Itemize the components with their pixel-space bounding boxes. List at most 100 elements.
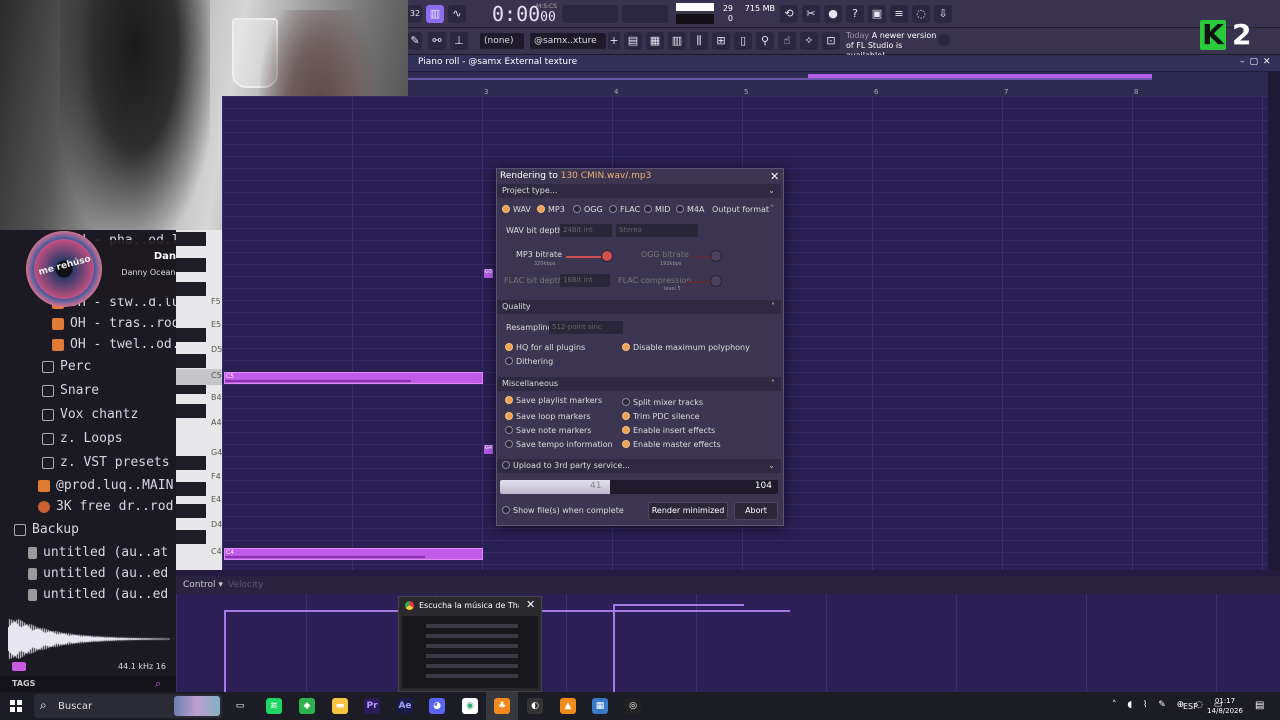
microphone-icon[interactable]: ● bbox=[824, 5, 842, 23]
after-effects-icon[interactable]: Ae bbox=[397, 698, 413, 714]
misc-option[interactable]: Save playlist markers bbox=[505, 396, 602, 406]
black-key[interactable] bbox=[176, 282, 206, 296]
flac-bit-depth-select[interactable]: 16Bit int bbox=[560, 274, 610, 287]
chat-icon[interactable]: ◌ bbox=[912, 5, 930, 23]
pattern-name-select[interactable]: @samx..xture bbox=[530, 33, 606, 49]
file-explorer-icon[interactable]: ▬ bbox=[332, 698, 348, 714]
tempo-display[interactable]: 32 bbox=[408, 5, 422, 23]
black-key[interactable] bbox=[176, 456, 206, 470]
close-icon[interactable]: ✕ bbox=[526, 598, 535, 611]
mp3-bitrate-slider[interactable] bbox=[566, 256, 606, 258]
render-minimized-button[interactable]: Render minimized bbox=[648, 502, 728, 520]
calculator-icon[interactable]: ▦ bbox=[592, 698, 608, 714]
mp3-bitrate-knob[interactable] bbox=[601, 250, 613, 262]
ogg-bitrate-knob[interactable] bbox=[710, 250, 722, 262]
spotify-icon[interactable]: ≋ bbox=[266, 698, 282, 714]
black-key[interactable] bbox=[176, 328, 206, 342]
flac-compression-slider[interactable] bbox=[686, 281, 712, 283]
mixer-view-icon[interactable]: ⫼ bbox=[690, 32, 708, 50]
misc-option[interactable]: Save note markers bbox=[505, 426, 591, 436]
browser-item[interactable]: OH - twel..od.luqui bbox=[0, 334, 176, 355]
note-c5[interactable]: C5 bbox=[224, 372, 483, 384]
browser-item[interactable]: Backup bbox=[0, 519, 176, 540]
quality-section[interactable]: Quality ˄ bbox=[497, 300, 781, 314]
format-option-m4a[interactable]: M4A bbox=[676, 205, 704, 215]
show-files-option[interactable]: Show file(s) when complete bbox=[502, 506, 624, 516]
black-key[interactable] bbox=[176, 404, 206, 418]
pianoroll-icon[interactable]: ▥ bbox=[668, 32, 686, 50]
upload-section[interactable]: Upload to 3rd party service... ⌄ bbox=[497, 459, 781, 473]
pencil-icon[interactable]: ✎ bbox=[408, 32, 422, 50]
misc-option[interactable]: Save tempo information bbox=[505, 440, 613, 450]
vlc-icon[interactable]: ▲ bbox=[560, 698, 576, 714]
browser-item[interactable]: Vox chantz bbox=[0, 404, 176, 425]
taskbar-clock[interactable]: 01:17 14/8/2026 bbox=[1200, 696, 1250, 716]
notification-icon[interactable]: ▤ bbox=[1255, 700, 1264, 711]
touch-icon[interactable]: ☝ bbox=[778, 32, 796, 50]
pattern-select[interactable]: (none) bbox=[480, 33, 524, 49]
sample-play-icon[interactable] bbox=[12, 662, 26, 671]
monitor-slot[interactable] bbox=[622, 5, 668, 23]
event-editor[interactable] bbox=[176, 594, 1280, 692]
download-icon[interactable]: ⇩ bbox=[934, 5, 952, 23]
misc-option[interactable]: Split mixer tracks bbox=[622, 398, 703, 408]
format-option-flac[interactable]: FLAC bbox=[609, 205, 640, 215]
premiere-pro-icon[interactable]: Pr bbox=[364, 698, 380, 714]
format-option-ogg[interactable]: OGG bbox=[573, 205, 603, 215]
browser-item[interactable]: untitled (au..ed at 0h49) bbox=[0, 563, 176, 584]
browser-item[interactable]: Snare bbox=[0, 380, 176, 401]
browser-item[interactable]: z. VST presets bbox=[0, 452, 176, 473]
save-icon[interactable]: ▣ bbox=[868, 5, 886, 23]
sample-waveform[interactable] bbox=[8, 618, 170, 660]
shop-icon[interactable]: ⊡ bbox=[822, 32, 840, 50]
misc-option[interactable]: Trim PDC silence bbox=[622, 412, 700, 422]
step-seq-icon[interactable]: ▦ bbox=[646, 32, 664, 50]
pattern-mode-icon[interactable]: ▥ bbox=[426, 5, 444, 23]
task-view-icon[interactable]: ▭ bbox=[232, 698, 248, 714]
wav-bit-depth-select[interactable]: 24Bit int bbox=[560, 224, 612, 237]
mixer-icon[interactable]: ≡ bbox=[890, 5, 908, 23]
stamp-icon[interactable]: ⊥ bbox=[450, 32, 468, 50]
browser-item[interactable]: untitled (au..ed at 0h48) bbox=[0, 584, 176, 605]
add-pattern-icon[interactable]: + bbox=[608, 32, 620, 50]
misc-option[interactable]: Save loop markers bbox=[505, 412, 591, 422]
misc-option[interactable]: Enable master effects bbox=[622, 440, 721, 450]
vertical-scrollbar[interactable] bbox=[1268, 72, 1280, 570]
flac-compression-knob[interactable] bbox=[710, 275, 722, 287]
discord-icon[interactable]: ◕ bbox=[429, 698, 445, 714]
wand-icon[interactable]: ✧ bbox=[800, 32, 818, 50]
quality-option[interactable]: Dithering bbox=[505, 357, 553, 367]
resampling-select[interactable]: 512-point sinc bbox=[549, 321, 623, 334]
app-dark-icon[interactable]: ◐ bbox=[527, 698, 543, 714]
format-option-mp3[interactable]: MP3 bbox=[537, 205, 565, 215]
undo-icon[interactable]: ⟲ bbox=[780, 5, 798, 23]
abort-button[interactable]: Abort bbox=[734, 502, 778, 520]
browser-item[interactable]: Perc bbox=[0, 356, 176, 377]
browser-item[interactable]: @prod.luq..MAIN TAG bbox=[0, 475, 176, 496]
black-key[interactable] bbox=[176, 482, 206, 496]
misc-section[interactable]: Miscellaneous ˄ bbox=[497, 377, 781, 391]
preview-thumbnail[interactable] bbox=[402, 616, 538, 688]
wav-channels-select[interactable]: Stereo bbox=[616, 224, 698, 237]
chevron-up-icon[interactable]: ˄ bbox=[770, 204, 774, 213]
black-key[interactable] bbox=[176, 504, 206, 518]
upload-radio[interactable]: Upload to 3rd party service... bbox=[502, 461, 630, 470]
globe-icon[interactable] bbox=[938, 34, 950, 46]
chrome-icon[interactable]: ◉ bbox=[462, 698, 478, 714]
black-key[interactable] bbox=[176, 258, 206, 272]
tags-search-icon[interactable]: ⌕ bbox=[155, 678, 167, 690]
misc-option[interactable]: Enable insert effects bbox=[622, 426, 715, 436]
cut-icon[interactable]: ✂ bbox=[802, 5, 820, 23]
format-option-mid[interactable]: MID bbox=[644, 205, 670, 215]
window-controls[interactable]: –▢✕ bbox=[1240, 57, 1276, 67]
windows-start-icon[interactable] bbox=[10, 700, 22, 712]
playlist-icon[interactable]: ▤ bbox=[624, 32, 642, 50]
note-c4[interactable]: C4 bbox=[224, 548, 483, 560]
piano-roll-title[interactable]: Piano roll - @samx External texture bbox=[418, 57, 577, 67]
project-type-section[interactable]: Project type... ⌄ bbox=[497, 184, 781, 198]
fl-studio-icon[interactable]: ♣ bbox=[494, 698, 510, 714]
control-dropdown[interactable]: Control ▾ bbox=[183, 580, 223, 590]
close-icon[interactable]: ✕ bbox=[770, 170, 779, 183]
channel-rack-icon[interactable]: ⊞ bbox=[712, 32, 730, 50]
obs-icon[interactable]: ◎ bbox=[625, 698, 641, 714]
